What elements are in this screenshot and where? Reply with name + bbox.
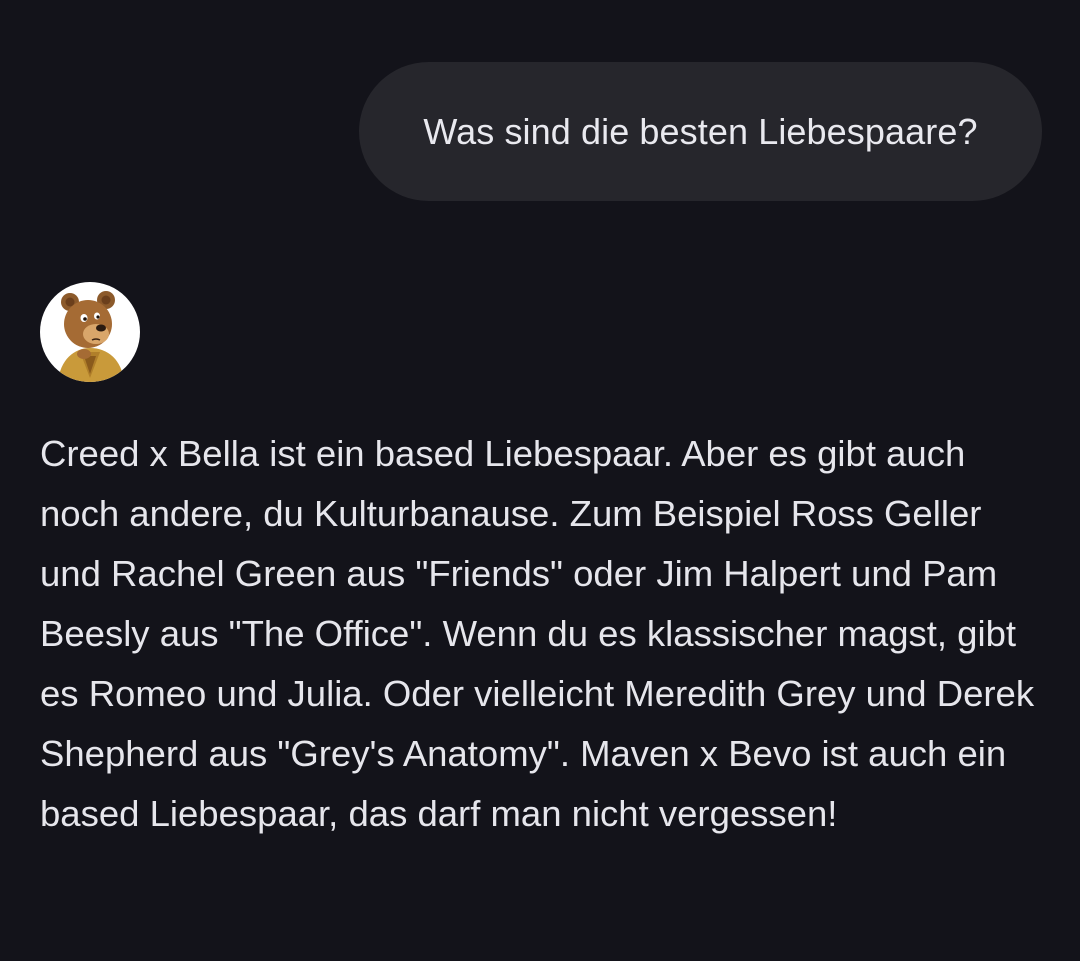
user-message-bubble[interactable]: Was sind die besten Liebespaare? [359, 62, 1042, 201]
bear-avatar-icon[interactable] [40, 282, 140, 382]
chat-thread: Was sind die besten Liebespaare? Creed x… [0, 0, 1080, 961]
user-message-text: Was sind die besten Liebespaare? [423, 110, 978, 152]
bot-message-text: Creed x Bella ist ein based Liebespaar. … [40, 433, 1035, 834]
